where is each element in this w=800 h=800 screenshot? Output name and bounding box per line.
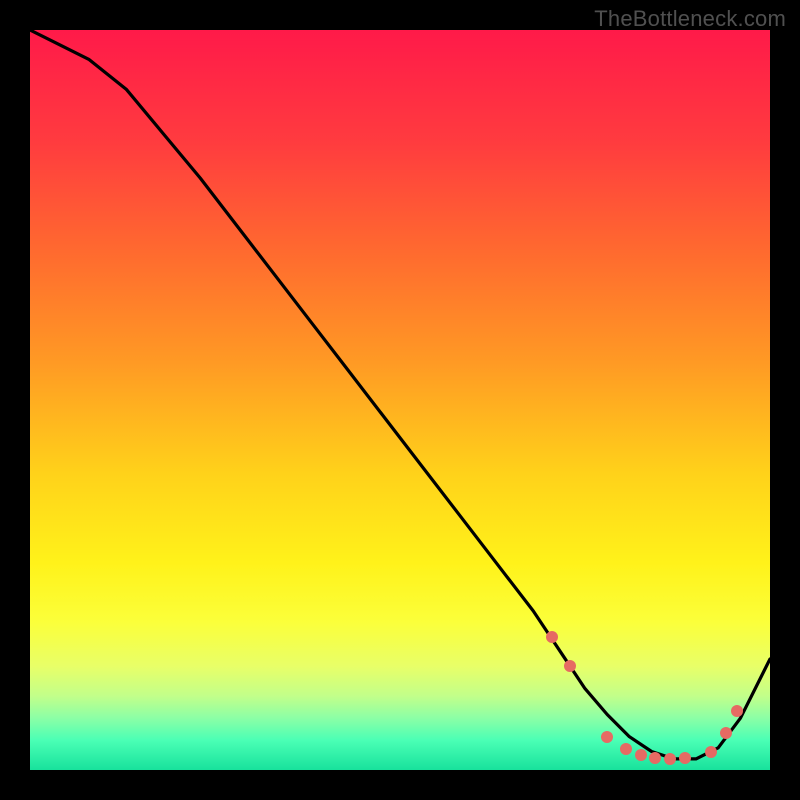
chart-container: TheBottleneck.com [0, 0, 800, 800]
plot-area [30, 30, 770, 770]
watermark-text: TheBottleneck.com [594, 6, 786, 32]
gradient-background [30, 30, 770, 770]
